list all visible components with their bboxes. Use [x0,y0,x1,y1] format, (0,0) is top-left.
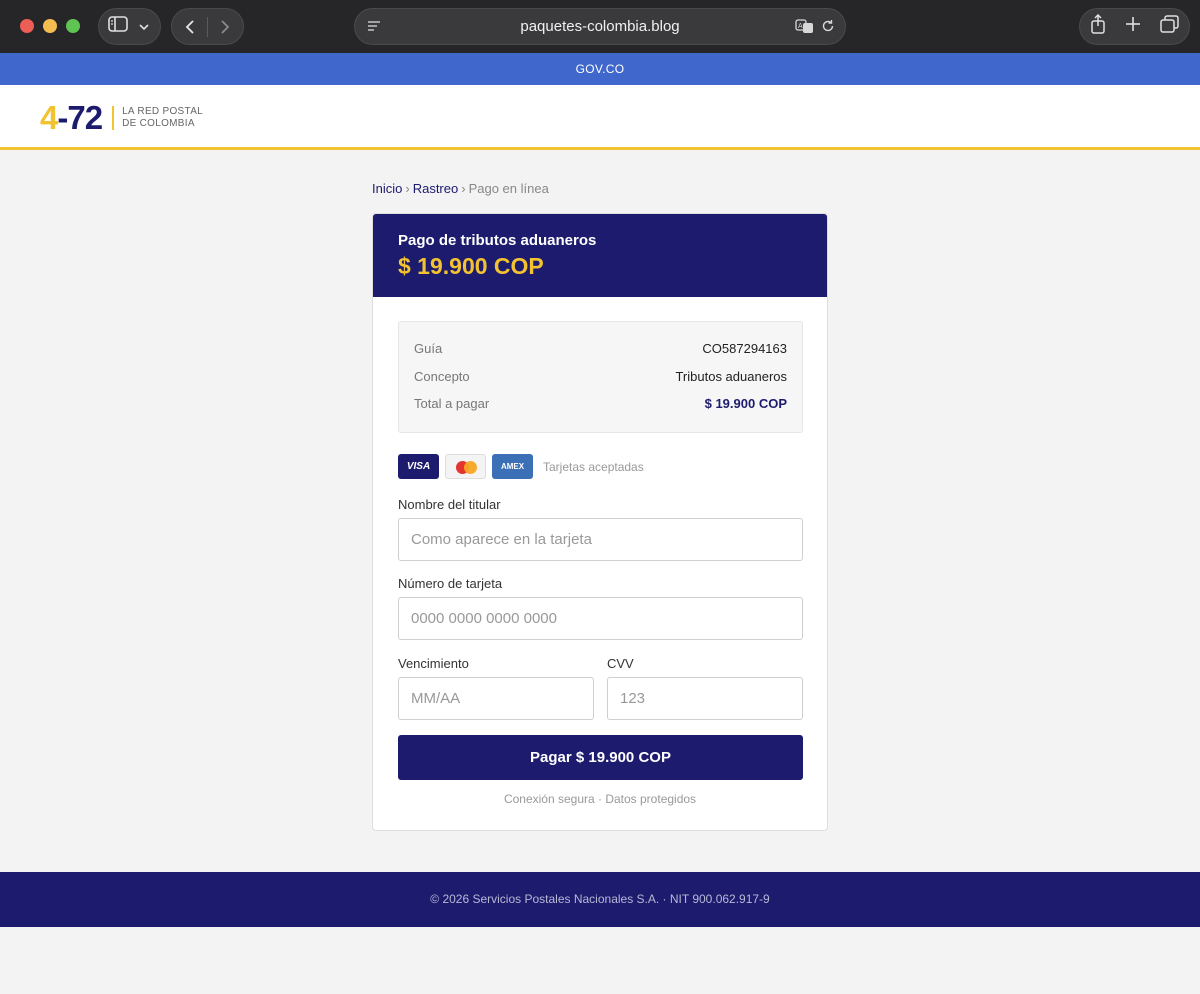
minimize-window-button[interactable] [43,19,57,33]
accepted-cards-label: Tarjetas aceptadas [543,459,644,474]
payment-header: Pago de tributos aduaneros $ 19.900 COP [373,214,827,297]
translate-icon[interactable]: A [795,18,815,39]
footer-copyright: © 2026 Servicios Postales Nacionales S.A… [430,892,770,906]
chevron-down-icon[interactable] [138,18,150,36]
cvv-label: CVV [607,656,634,671]
card-number-label: Número de tarjeta [398,576,503,591]
logo-mark-72: -72 [57,99,103,136]
pay-button[interactable]: Pagar $ 19.900 COP [398,735,803,780]
gov-link[interactable]: GOV.CO [576,62,625,76]
maximize-window-button[interactable] [66,19,80,33]
close-window-button[interactable] [20,19,34,33]
new-tab-icon[interactable] [1125,16,1141,37]
breadcrumb-separator: › [405,181,410,196]
breadcrumb-inicio[interactable]: Inicio [372,181,402,196]
summary-label: Guía [414,341,443,357]
payment-title: Pago de tributos aduaneros [398,232,597,249]
summary-row-total: Total a pagar $ 19.900 COP [414,390,787,418]
site-header: 4 -72 LA RED POSTAL DE COLOMBIA [0,85,1200,150]
breadcrumb-current: Pago en línea [468,181,549,196]
summary-value: CO587294163 [702,341,787,357]
payment-summary: Guía CO587294163 Concepto Tributos aduan… [398,321,803,433]
chevron-right-icon [221,19,230,34]
site-footer: © 2026 Servicios Postales Nacionales S.A… [0,872,1200,927]
tagline-line-2: DE COLOMBIA [122,118,195,129]
logo-mark-4: 4 [40,99,58,136]
summary-total-value: $ 19.900 COP [704,396,787,412]
mastercard-logo [445,454,486,479]
breadcrumb-separator: › [461,181,466,196]
tab-overview-icon[interactable] [1159,15,1180,38]
logo-4-72[interactable]: 4 -72 LA RED POSTAL DE COLOMBIA [40,99,203,137]
cvv-input[interactable] [607,677,803,720]
share-icon[interactable] [1090,13,1106,39]
holder-name-input[interactable] [398,518,803,561]
reload-icon[interactable] [821,19,835,38]
summary-label: Concepto [414,368,470,384]
browser-actions [1079,8,1190,45]
svg-text:A: A [798,23,803,30]
summary-row-guia: Guía CO587294163 [414,335,787,363]
logo-tagline: LA RED POSTAL DE COLOMBIA [122,106,203,130]
mastercard-orange-circle [464,461,477,474]
holder-name-label: Nombre del titular [398,497,501,512]
forward-button[interactable] [208,9,243,44]
breadcrumb-rastreo[interactable]: Rastreo [413,181,459,196]
back-button[interactable] [172,9,207,44]
accepted-cards: VISA AMEX Tarjetas aceptadas [398,454,644,479]
logo-divider [112,106,115,130]
address-bar[interactable]: paquetes-colombia.blog A [354,8,846,45]
browser-toolbar: paquetes-colombia.blog A [0,0,1200,53]
summary-row-concepto: Concepto Tributos aduaneros [414,363,787,391]
visa-logo: VISA [398,454,439,479]
chevron-left-icon [185,19,194,34]
sidebar-toggle-button[interactable] [98,8,161,45]
card-number-input[interactable] [398,597,803,640]
amex-logo: AMEX [492,454,533,479]
summary-label: Total a pagar [414,396,490,412]
navigation-buttons [171,8,244,45]
payment-amount: $ 19.900 COP [398,253,544,279]
tagline-line-1: LA RED POSTAL [122,106,204,117]
breadcrumb: Inicio › Rastreo › Pago en línea [372,181,549,196]
expiry-label: Vencimiento [398,656,469,671]
secure-connection-note: Conexión segura · Datos protegidos [503,792,697,806]
url-text: paquetes-colombia.blog [520,18,680,35]
payment-card: Pago de tributos aduaneros $ 19.900 COP … [372,213,828,831]
summary-value: Tributos aduaneros [675,368,787,384]
expiry-input[interactable] [398,677,594,720]
sidebar-icon [108,16,128,37]
gov-bar: GOV.CO [0,53,1200,85]
